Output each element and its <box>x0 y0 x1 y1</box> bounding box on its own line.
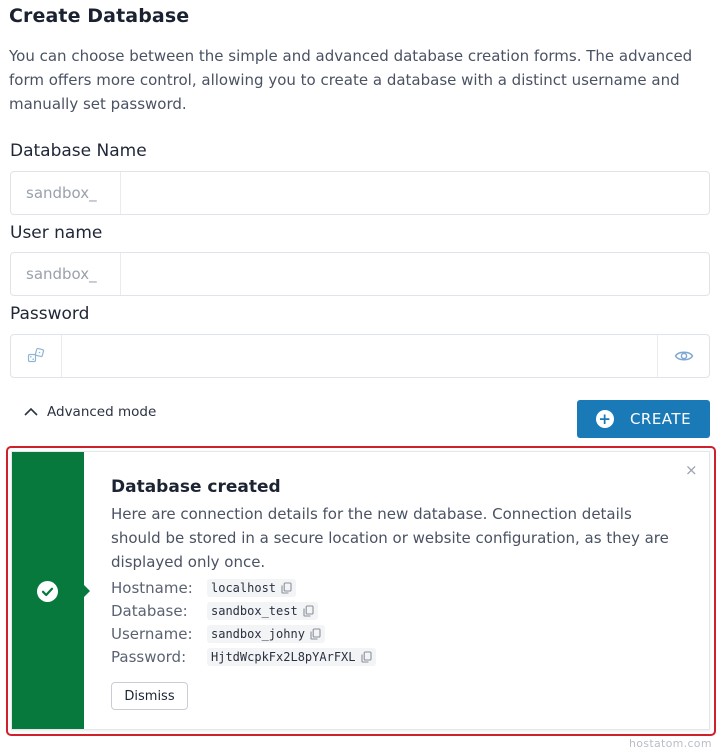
success-alert: × Database created Here are connection d… <box>11 451 710 730</box>
user-name-prefix: sandbox_ <box>11 253 121 295</box>
advanced-mode-label: Advanced mode <box>47 404 157 420</box>
detail-row-database: Database: sandbox_test <box>111 602 318 620</box>
alert-title: Database created <box>111 477 281 497</box>
check-circle-icon <box>37 581 58 602</box>
detail-value-code: sandbox_test <box>207 602 318 620</box>
detail-value-code: localhost <box>207 579 297 597</box>
generate-password-button[interactable] <box>11 335 62 377</box>
password-input[interactable] <box>62 335 657 377</box>
detail-label: Hostname: <box>111 579 193 597</box>
detail-value-code: sandbox_johny <box>207 625 325 643</box>
toggle-password-visibility[interactable] <box>657 335 709 377</box>
detail-label: Database: <box>111 602 188 620</box>
alert-accent-arrow <box>84 585 90 597</box>
detail-value: localhost <box>211 581 277 595</box>
user-name-field: sandbox_ <box>10 252 710 296</box>
detail-row-username: Username: sandbox_johny <box>111 625 325 643</box>
user-name-input[interactable] <box>121 253 709 295</box>
page-description: You can choose between the simple and ad… <box>9 47 693 113</box>
dismiss-button[interactable]: Dismiss <box>111 682 188 710</box>
copy-icon[interactable] <box>360 651 372 663</box>
plus-circle-icon: + <box>595 410 614 428</box>
detail-value: sandbox_test <box>211 604 298 618</box>
database-name-field: sandbox_ <box>10 171 710 215</box>
create-button[interactable]: + CREATE <box>577 400 710 438</box>
detail-row-password: Password: HjtdWcpkFx2L8pYArFXL <box>111 648 376 666</box>
detail-label: Username: <box>111 625 193 643</box>
database-name-input[interactable] <box>121 172 709 214</box>
copy-icon[interactable] <box>310 628 321 640</box>
advanced-mode-toggle[interactable]: Advanced mode <box>23 404 156 420</box>
watermark: hostatom.com <box>629 737 712 750</box>
password-field <box>10 334 710 378</box>
eye-icon <box>674 351 693 361</box>
page-title: Create Database <box>9 5 190 27</box>
detail-row-hostname: Hostname: localhost <box>111 579 297 597</box>
copy-icon[interactable] <box>281 582 292 594</box>
alert-message: Here are connection details for the new … <box>111 505 669 571</box>
database-name-label: Database Name <box>10 141 147 161</box>
detail-label: Password: <box>111 648 187 666</box>
copy-icon[interactable] <box>303 605 314 617</box>
user-name-label: User name <box>10 223 103 243</box>
create-button-label: CREATE <box>629 410 692 428</box>
detail-value: HjtdWcpkFx2L8pYArFXL <box>211 650 356 664</box>
database-name-prefix: sandbox_ <box>11 172 121 214</box>
chevron-up-icon <box>24 407 38 416</box>
dice-icon <box>27 347 45 363</box>
close-icon[interactable]: × <box>685 463 698 478</box>
password-label: Password <box>10 304 90 324</box>
detail-value: sandbox_johny <box>211 627 305 641</box>
detail-value-code: HjtdWcpkFx2L8pYArFXL <box>207 648 376 666</box>
